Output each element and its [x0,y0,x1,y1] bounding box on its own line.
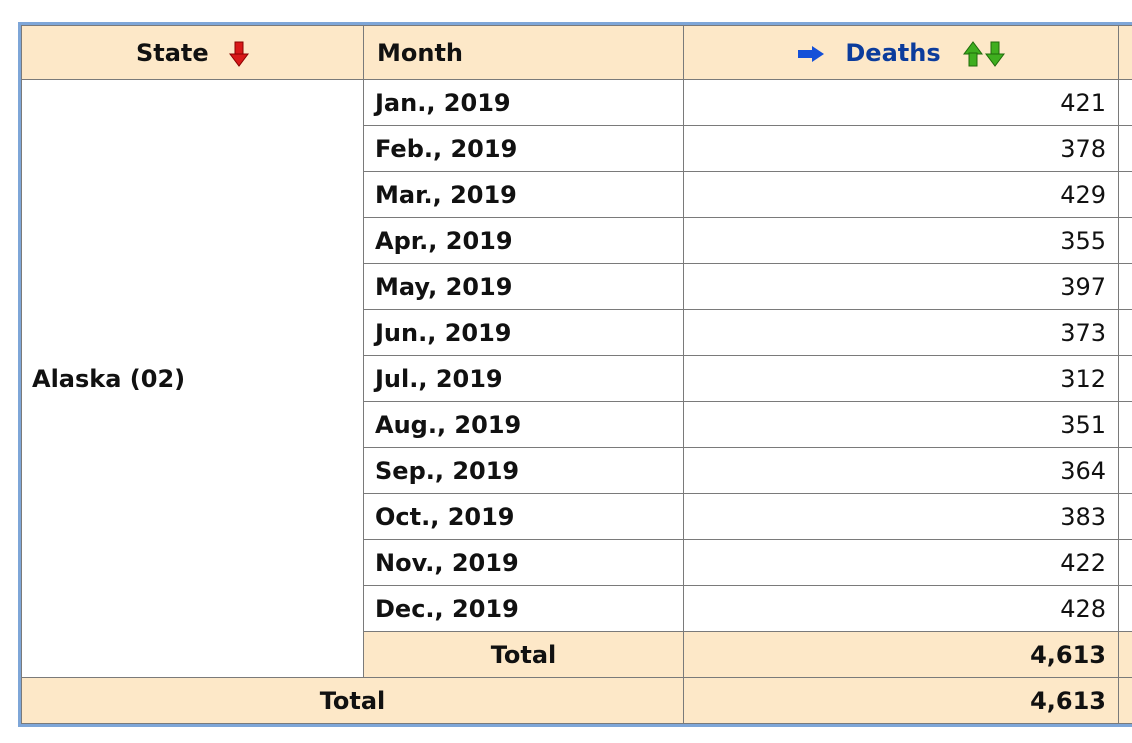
header-state[interactable]: State [21,25,364,80]
overflow-cell [1118,401,1132,448]
sort-up-icon[interactable] [962,40,983,67]
header-state-label[interactable]: State [136,39,209,67]
subtotal-label: Total [363,631,684,678]
deaths-cell: 429 [683,171,1119,218]
sort-down-icon[interactable] [984,41,1005,67]
results-table: State Month Deaths Alaska (02) Jan., 201… [21,25,1132,724]
overflow-cell [1118,493,1132,540]
month-cell: Jul., 2019 [363,355,684,402]
deaths-cell: 421 [683,79,1119,126]
deaths-cell: 364 [683,447,1119,494]
month-cell: Dec., 2019 [363,585,684,632]
overflow-cell [1118,79,1132,126]
header-deaths[interactable]: Deaths [683,25,1119,80]
overflow-cell [1118,677,1132,724]
deaths-cell: 383 [683,493,1119,540]
deaths-cell: 355 [683,217,1119,264]
overflow-cell [1118,585,1132,632]
table-row: Alaska (02) Jan., 2019 421 [21,79,1132,678]
overflow-cell [1118,171,1132,218]
month-cell: Oct., 2019 [363,493,684,540]
grand-total-row: Total 4,613 [21,677,1132,724]
deaths-cell: 397 [683,263,1119,310]
grand-total-value: 4,613 [683,677,1119,724]
grand-total-label: Total [21,677,684,724]
deaths-cell: 428 [683,585,1119,632]
overflow-cell [1118,263,1132,310]
month-cell: Sep., 2019 [363,447,684,494]
month-cell: Feb., 2019 [363,125,684,172]
overflow-cell [1118,447,1132,494]
overflow-cell [1118,631,1132,678]
header-month-label[interactable]: Month [377,39,463,67]
month-cell: Jan., 2019 [363,79,684,126]
month-cell: Jun., 2019 [363,309,684,356]
overflow-cell [1118,355,1132,402]
month-cell: Nov., 2019 [363,539,684,586]
overflow-cell [1118,539,1132,586]
sort-descending-icon[interactable] [229,41,250,67]
month-cell: May, 2019 [363,263,684,310]
overflow-cell [1118,309,1132,356]
blue-right-arrow-icon [797,45,825,63]
state-cell: Alaska (02) [21,79,364,678]
header-overflow-cell [1118,25,1132,80]
deaths-cell: 378 [683,125,1119,172]
month-cell: Aug., 2019 [363,401,684,448]
header-row: State Month Deaths [21,25,1132,80]
results-table-frame: State Month Deaths Alaska (02) Jan., 201… [18,22,1132,727]
state-label: Alaska (02) [32,364,186,393]
overflow-cell [1118,125,1132,172]
deaths-cell: 351 [683,401,1119,448]
deaths-cell: 373 [683,309,1119,356]
header-month[interactable]: Month [363,25,684,80]
overflow-cell [1118,217,1132,264]
month-cell: Apr., 2019 [363,217,684,264]
deaths-cell: 422 [683,539,1119,586]
header-deaths-label[interactable]: Deaths [845,39,940,67]
month-cell: Mar., 2019 [363,171,684,218]
deaths-cell: 312 [683,355,1119,402]
subtotal-value: 4,613 [683,631,1119,678]
